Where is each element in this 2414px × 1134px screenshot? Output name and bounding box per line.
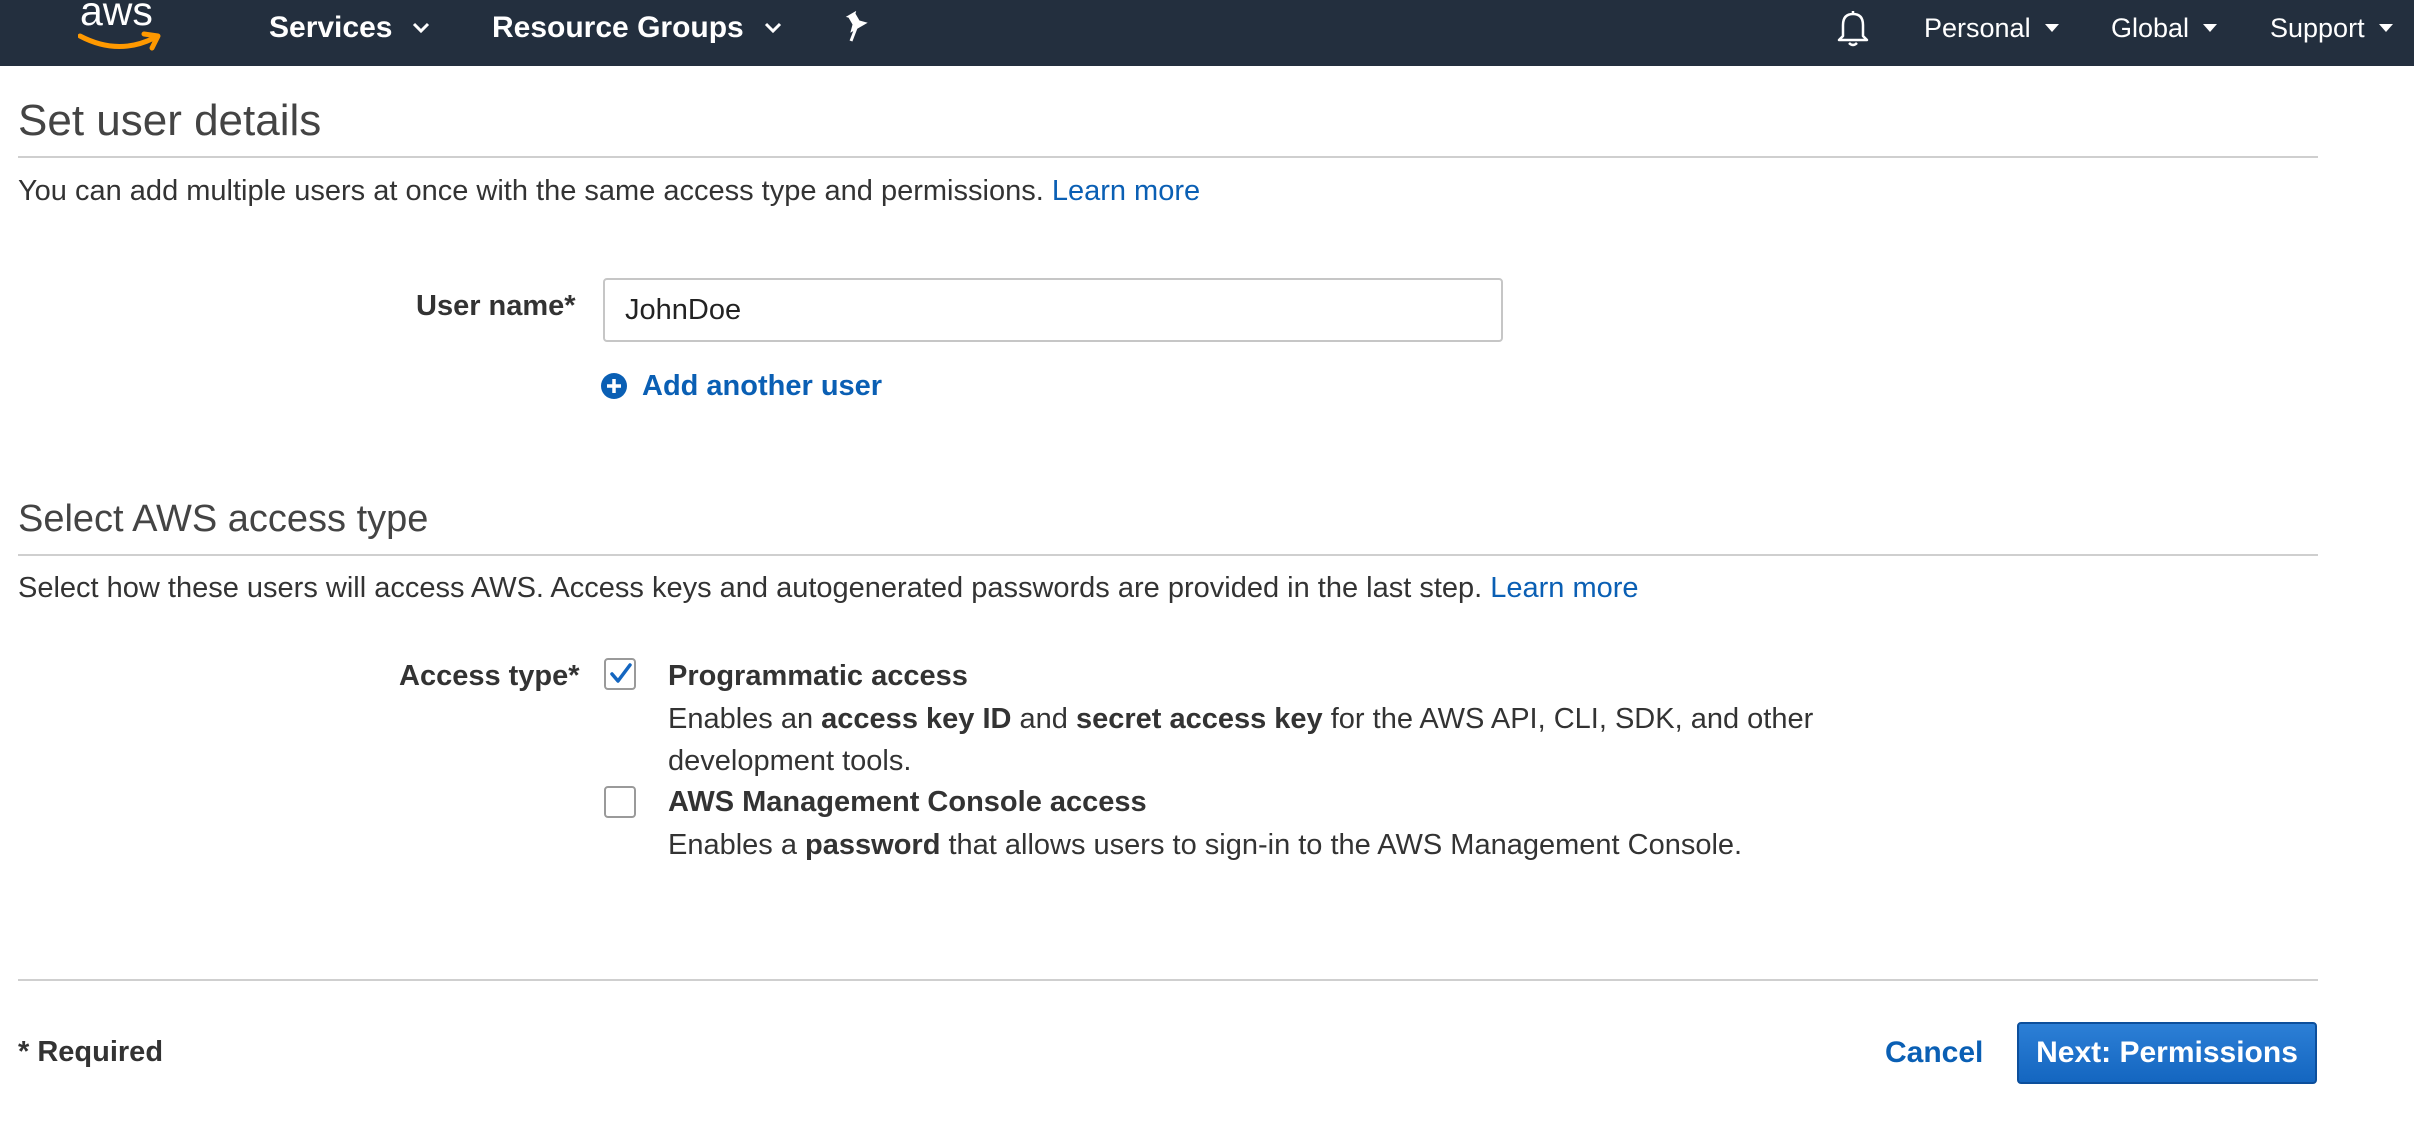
support-menu[interactable]: Support <box>2270 0 2393 56</box>
cancel-button[interactable]: Cancel <box>1885 1036 1983 1070</box>
desc-text: Enables an <box>668 703 822 735</box>
learn-more-link[interactable]: Learn more <box>1052 175 1200 207</box>
desc-bold-text: password <box>805 829 941 861</box>
desc-text: and <box>1011 703 1076 735</box>
support-label: Support <box>2270 12 2365 43</box>
aws-logo[interactable]: aws <box>78 0 164 54</box>
section-divider <box>18 554 2318 556</box>
region-label: Global <box>2111 12 2190 43</box>
notifications-bell-icon[interactable] <box>1835 8 1871 48</box>
console-access-description: Enables a password that allows users to … <box>668 824 1978 866</box>
resource-groups-menu[interactable]: Resource Groups <box>492 0 782 56</box>
desc-bold-text: access key ID <box>821 703 1012 735</box>
desc-text: Enables a <box>668 829 806 861</box>
console-access-checkbox[interactable] <box>604 786 636 818</box>
access-type-description-text: Select how these users will access AWS. … <box>18 572 1483 604</box>
section-divider <box>18 156 2318 158</box>
pin-icon[interactable] <box>842 10 872 44</box>
account-menu[interactable]: Personal <box>1924 0 2059 56</box>
programmatic-access-title: Programmatic access <box>668 660 968 692</box>
plus-circle-icon <box>601 373 627 399</box>
add-another-user-button[interactable]: Add another user <box>600 368 882 404</box>
resource-groups-label: Resource Groups <box>492 11 744 44</box>
user-name-label: User name* <box>416 290 576 322</box>
footer-divider <box>18 979 2318 981</box>
console-access-title: AWS Management Console access <box>668 786 1147 818</box>
desc-text: that allows users to sign-in to the AWS … <box>940 829 1743 861</box>
access-type-description: Select how these users will access AWS. … <box>18 572 1639 605</box>
required-note: * Required <box>18 1036 164 1068</box>
top-navigation-bar: aws Services Resource Groups Personal Gl… <box>0 0 2414 66</box>
services-menu[interactable]: Services <box>269 0 430 56</box>
account-label: Personal <box>1924 12 2031 43</box>
user-details-description-text: You can add multiple users at once with … <box>18 175 1044 207</box>
access-type-label: Access type* <box>399 660 580 692</box>
region-menu[interactable]: Global <box>2111 0 2218 56</box>
add-another-user-label: Add another user <box>642 369 883 402</box>
user-name-input[interactable] <box>603 278 1503 342</box>
aws-smile-icon <box>78 31 161 51</box>
caret-down-icon <box>2203 24 2218 32</box>
next-permissions-button[interactable]: Next: Permissions <box>2017 1022 2317 1084</box>
services-label: Services <box>269 11 393 44</box>
programmatic-access-checkbox[interactable] <box>604 658 636 690</box>
programmatic-access-description: Enables an access key ID and secret acce… <box>668 698 1978 782</box>
caret-down-icon <box>2378 24 2393 32</box>
chevron-down-icon <box>413 22 430 34</box>
access-type-heading: Select AWS access type <box>18 498 429 540</box>
learn-more-link[interactable]: Learn more <box>1490 572 1638 604</box>
checkmark-icon <box>610 663 632 683</box>
user-details-description: You can add multiple users at once with … <box>18 175 1200 208</box>
chevron-down-icon <box>764 22 781 34</box>
caret-down-icon <box>2044 24 2059 32</box>
set-user-details-heading: Set user details <box>18 96 322 145</box>
desc-bold-text: secret access key <box>1075 703 1323 735</box>
